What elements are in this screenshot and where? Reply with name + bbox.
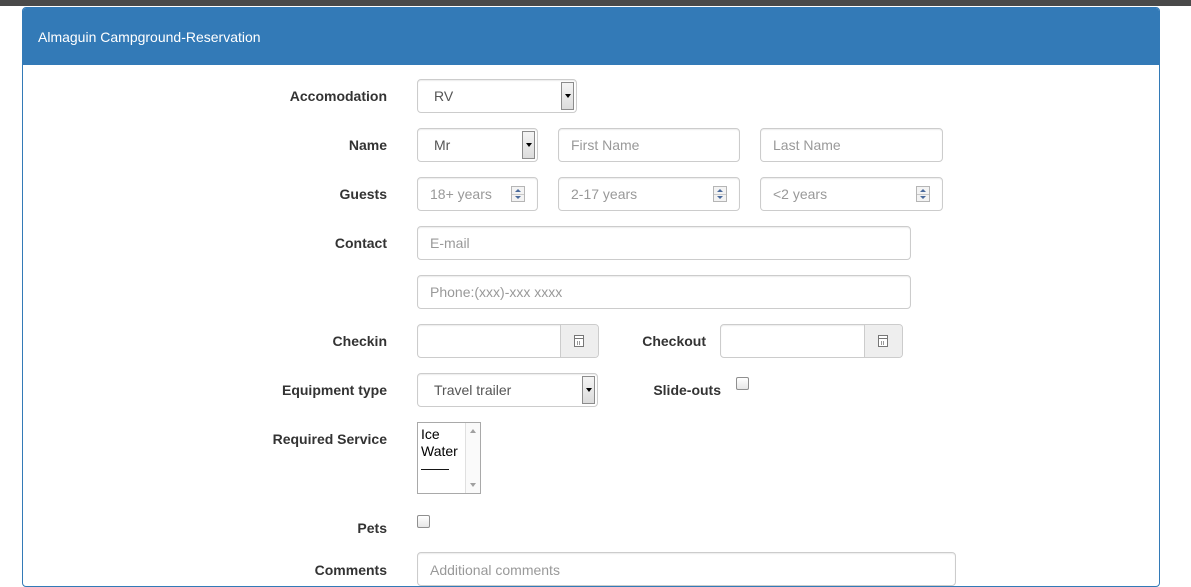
last-name-input[interactable]: Last Name [760, 128, 943, 162]
calendar-icon [878, 335, 888, 347]
panel-heading: Almaguin Campground-Reservation [23, 8, 1159, 65]
phone-placeholder: Phone:(xxx)-xxx xxxx [430, 284, 563, 300]
chevron-down-icon [561, 82, 574, 110]
email-field[interactable]: E-mail [417, 226, 911, 260]
spinner-icon[interactable] [713, 186, 727, 202]
adults-placeholder: 18+ years [430, 186, 492, 202]
last-name-placeholder: Last Name [773, 137, 841, 153]
checkout-calendar-button[interactable] [864, 325, 902, 357]
slideouts-label: Slide-outs [653, 382, 721, 398]
service-listbox[interactable]: Ice Water —— [417, 422, 481, 494]
accommodation-select[interactable]: RV [417, 79, 577, 113]
slideouts-checkbox[interactable] [736, 377, 749, 390]
name-label: Name [348, 137, 387, 153]
service-option[interactable]: Ice [421, 426, 440, 442]
spinner-icon[interactable] [511, 186, 525, 202]
spinner-icon[interactable] [916, 186, 930, 202]
equipment-value: Travel trailer [434, 382, 512, 398]
infants-input[interactable]: <2 years [760, 177, 943, 211]
checkout-date-input[interactable] [720, 324, 903, 358]
phone-field[interactable]: Phone:(xxx)-xxx xxxx [417, 275, 911, 309]
contact-label: Contact [334, 235, 387, 251]
service-option[interactable]: —— [421, 460, 449, 476]
guests-label: Guests [339, 186, 387, 202]
checkout-label: Checkout [642, 333, 706, 349]
service-label: Required Service [272, 431, 387, 447]
children-input[interactable]: 2-17 years [558, 177, 740, 211]
equipment-label: Equipment type [281, 382, 387, 398]
first-name-placeholder: First Name [571, 137, 640, 153]
panel-title: Almaguin Campground-Reservation [38, 29, 261, 45]
service-option[interactable]: Water [421, 443, 458, 459]
adults-input[interactable]: 18+ years [417, 177, 538, 211]
listbox-scrollbar[interactable] [465, 423, 480, 493]
pets-label: Pets [357, 520, 387, 536]
email-placeholder: E-mail [430, 235, 470, 251]
accommodation-value: RV [434, 88, 454, 104]
pets-checkbox[interactable] [417, 515, 430, 528]
children-placeholder: 2-17 years [571, 186, 638, 202]
checkin-label: Checkin [332, 333, 387, 349]
infants-placeholder: <2 years [773, 186, 828, 202]
comments-textarea[interactable]: Additional comments [417, 552, 956, 586]
comments-label: Comments [314, 562, 387, 578]
name-title-value: Mr [434, 137, 451, 153]
first-name-input[interactable]: First Name [558, 128, 740, 162]
browser-top-bar [0, 0, 1191, 6]
comments-placeholder: Additional comments [430, 562, 560, 578]
name-title-select[interactable]: Mr [417, 128, 538, 162]
chevron-down-icon [522, 131, 535, 159]
accommodation-label: Accomodation [289, 88, 387, 104]
